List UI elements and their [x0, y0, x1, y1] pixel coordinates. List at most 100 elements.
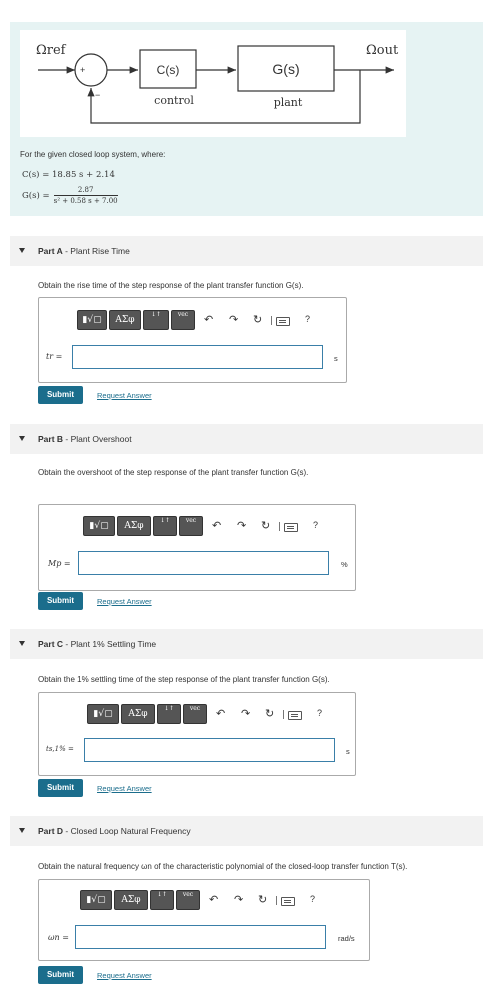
reset-icon[interactable]: ↻ — [265, 707, 274, 720]
keyboard-icon[interactable] — [284, 523, 298, 532]
reset-icon[interactable]: ↻ — [258, 893, 267, 906]
keyboard-icon[interactable] — [281, 897, 295, 906]
greek-symbols-button[interactable]: ΑΣφ — [121, 704, 155, 724]
overshoot-variable: Mp = — [48, 559, 71, 568]
toolbar-separator — [279, 522, 280, 531]
part-a-title-text: - Plant Rise Time — [65, 246, 130, 256]
part-c-title-text: - Plant 1% Settling Time — [65, 639, 157, 649]
greek-symbols-button[interactable]: ΑΣφ — [114, 890, 148, 910]
collapse-caret-icon[interactable] — [19, 436, 25, 441]
undo-icon[interactable]: ↶ — [204, 313, 213, 326]
arrows-button[interactable]: ↓↑ — [143, 310, 169, 330]
undo-icon[interactable]: ↶ — [209, 893, 218, 906]
plant-fraction: 2.87 s² + 0.58 s + 7.00 — [53, 186, 118, 205]
part-c-title: Part C - Plant 1% Settling Time — [38, 639, 156, 649]
part-c-request-answer-link[interactable]: Request Answer — [97, 784, 152, 793]
controller-caption: control — [154, 94, 194, 107]
redo-icon[interactable]: ↷ — [241, 707, 250, 720]
keyboard-icon[interactable] — [288, 711, 302, 720]
reset-icon[interactable]: ↻ — [253, 313, 262, 326]
summer-plus: + — [80, 65, 85, 75]
part-b-label: Part B — [38, 434, 64, 444]
help-icon[interactable]: ? — [317, 708, 322, 718]
part-d-title: Part D - Closed Loop Natural Frequency — [38, 826, 191, 836]
vector-button[interactable]: vec — [176, 890, 200, 910]
vector-button[interactable]: vec — [179, 516, 203, 536]
natural-frequency-variable: ωn = — [48, 933, 69, 942]
part-b-prompt: Obtain the overshoot of the step respons… — [38, 468, 309, 477]
controller-block-label: C(s) — [157, 63, 180, 77]
part-a-prompt: Obtain the rise time of the step respons… — [38, 281, 304, 290]
part-a-title: Part A - Plant Rise Time — [38, 246, 130, 256]
part-c-prompt: Obtain the 1% settling time of the step … — [38, 675, 330, 684]
part-d-request-answer-link[interactable]: Request Answer — [97, 971, 152, 980]
help-icon[interactable]: ? — [313, 520, 318, 530]
block-diagram: Ωref Ωout + − C(s) control G(s) plant — [20, 30, 406, 137]
omega-out-label: Ωout — [366, 43, 399, 58]
part-b-submit-button[interactable]: Submit — [38, 592, 83, 610]
collapse-caret-icon[interactable] — [19, 641, 25, 646]
part-b-header[interactable]: Part B - Plant Overshoot — [10, 424, 483, 454]
rise-time-input[interactable] — [72, 345, 323, 369]
toolbar-separator — [271, 316, 272, 325]
part-c-header[interactable]: Part C - Plant 1% Settling Time — [10, 629, 483, 659]
redo-icon[interactable]: ↷ — [229, 313, 238, 326]
block-diagram-svg: Ωref Ωout + − C(s) control G(s) plant — [36, 43, 399, 124]
toolbar-separator — [283, 710, 284, 719]
redo-icon[interactable]: ↷ — [234, 893, 243, 906]
part-a-request-answer-link[interactable]: Request Answer — [97, 391, 152, 400]
rise-time-variable: tr = — [46, 352, 63, 361]
arrows-button[interactable]: ↓↑ — [157, 704, 181, 724]
templates-button[interactable]: ▮√▢ — [83, 516, 115, 536]
vector-button[interactable]: vec — [183, 704, 207, 724]
greek-symbols-button[interactable]: ΑΣφ — [117, 516, 151, 536]
greek-symbols-button[interactable]: ΑΣφ — [109, 310, 141, 330]
part-c-submit-button[interactable]: Submit — [38, 779, 83, 797]
intro-text: For the given closed loop system, where: — [20, 150, 166, 159]
reset-icon[interactable]: ↻ — [261, 519, 270, 532]
part-b-request-answer-link[interactable]: Request Answer — [97, 597, 152, 606]
part-c-label: Part C — [38, 639, 64, 649]
natural-frequency-input[interactable] — [75, 925, 326, 949]
part-a-submit-button[interactable]: Submit — [38, 386, 83, 404]
arrows-button[interactable]: ↓↑ — [150, 890, 174, 910]
vector-button[interactable]: vec — [171, 310, 195, 330]
templates-button[interactable]: ▮√▢ — [80, 890, 112, 910]
summer-minus: − — [95, 90, 100, 100]
templates-button[interactable]: ▮√▢ — [87, 704, 119, 724]
part-d-prompt: Obtain the natural frequency ωn of the c… — [38, 862, 408, 871]
help-icon[interactable]: ? — [310, 894, 315, 904]
collapse-caret-icon[interactable] — [19, 828, 25, 833]
undo-icon[interactable]: ↶ — [216, 707, 225, 720]
keyboard-icon[interactable] — [276, 317, 290, 326]
toolbar-separator — [276, 896, 277, 905]
part-d-submit-button[interactable]: Submit — [38, 966, 83, 984]
undo-icon[interactable]: ↶ — [212, 519, 221, 532]
help-icon[interactable]: ? — [305, 314, 310, 324]
rise-time-unit: s — [334, 354, 338, 363]
plant-equation-lhs: G(s) = — [22, 190, 50, 201]
arrows-button[interactable]: ↓↑ — [153, 516, 177, 536]
part-a-header[interactable]: Part A - Plant Rise Time — [10, 236, 483, 266]
plant-caption: plant — [274, 96, 303, 109]
plant-numerator: 2.87 — [53, 186, 118, 196]
settling-time-unit: s — [346, 747, 350, 756]
plant-denominator: s² + 0.58 s + 7.00 — [53, 197, 118, 205]
collapse-caret-icon[interactable] — [19, 248, 25, 253]
part-b-title: Part B - Plant Overshoot — [38, 434, 132, 444]
settling-time-input[interactable] — [84, 738, 335, 762]
part-a-label: Part A — [38, 246, 63, 256]
overshoot-input[interactable] — [78, 551, 329, 575]
templates-button[interactable]: ▮√▢ — [77, 310, 107, 330]
omega-ref-label: Ωref — [36, 43, 67, 58]
redo-icon[interactable]: ↷ — [237, 519, 246, 532]
natural-frequency-unit: rad/s — [338, 934, 355, 943]
overshoot-unit: % — [341, 560, 348, 569]
part-d-label: Part D — [38, 826, 64, 836]
part-d-title-text: - Closed Loop Natural Frequency — [65, 826, 191, 836]
settling-time-variable: ts,1% = — [46, 745, 74, 753]
part-d-header[interactable]: Part D - Closed Loop Natural Frequency — [10, 816, 483, 846]
plant-block-label: G(s) — [272, 61, 299, 77]
part-b-title-text: - Plant Overshoot — [65, 434, 132, 444]
controller-equation: C(s) = 18.85 s + 2.14 — [22, 170, 115, 180]
